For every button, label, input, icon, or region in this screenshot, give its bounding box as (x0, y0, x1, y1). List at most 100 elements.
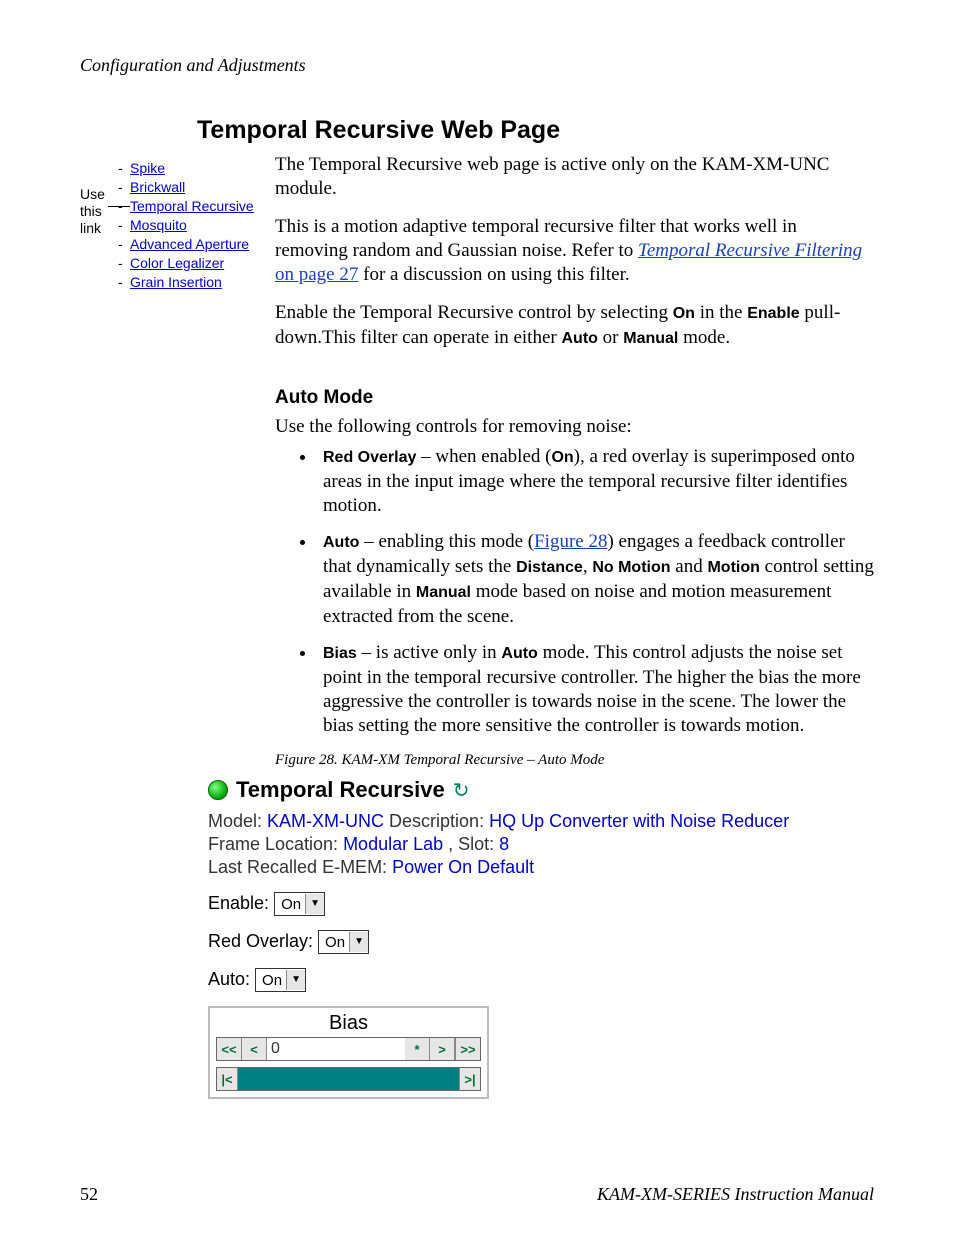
nav-link-grain-insertion[interactable]: Grain Insertion (130, 274, 222, 290)
chevron-down-icon: ▼ (286, 970, 305, 990)
paragraph: The Temporal Recursive web page is activ… (275, 153, 874, 201)
paragraph: Enable the Temporal Recursive control by… (275, 301, 874, 351)
nav-item-brickwall: -Brickwall (130, 178, 275, 197)
bullet-bias: Bias – is active only in Auto mode. This… (317, 641, 874, 738)
nav-link-advanced-aperture[interactable]: Advanced Aperture (130, 236, 249, 252)
link-figure-28[interactable]: Figure 28 (534, 531, 607, 552)
figure-caption: Figure 28. KAM-XM Temporal Recursive – A… (275, 752, 874, 769)
running-header: Configuration and Adjustments (80, 55, 874, 76)
ui-term: Motion (707, 559, 759, 576)
ui-term: Auto (323, 534, 359, 551)
text-run: , (583, 556, 593, 577)
bias-title: Bias (216, 1012, 481, 1035)
bias-value-input[interactable]: 0 (267, 1038, 405, 1060)
link-page-27[interactable]: on page 27 (275, 264, 358, 285)
auto-select[interactable]: On ▼ (255, 968, 306, 992)
sidebar-note-line: this (80, 203, 102, 219)
ui-term: Enable (747, 305, 799, 322)
ui-term: No Motion (592, 559, 670, 576)
bias-fast-decrement-button[interactable]: << (217, 1038, 242, 1060)
ui-term: Manual (623, 330, 678, 347)
control-enable: Enable: On ▼ (208, 892, 874, 916)
panel-title: Temporal Recursive (236, 777, 445, 803)
value: Modular Lab (343, 834, 443, 854)
sidebar-note: Use this link (80, 186, 110, 237)
text-run: and (671, 556, 708, 577)
label: Last Recalled E-MEM: (208, 857, 392, 877)
nav-item-spike: -Spike (130, 159, 275, 178)
text-run: – is active only in (357, 642, 502, 663)
nav-link-spike[interactable]: Spike (130, 160, 165, 176)
nav-item-color-legalizer: -Color Legalizer (130, 254, 275, 273)
bullet-auto: Auto – enabling this mode (Figure 28) en… (317, 530, 874, 629)
label: Description: (384, 811, 489, 831)
label: Enable: (208, 893, 274, 913)
status-dot-icon (208, 780, 228, 800)
chevron-down-icon: ▼ (349, 932, 368, 952)
select-value: On (275, 896, 305, 913)
bias-fast-increment-button[interactable]: >> (455, 1038, 480, 1060)
nav-link-temporal-recursive[interactable]: Temporal Recursive (130, 198, 254, 214)
text-run: mode. (678, 327, 730, 348)
bias-increment-button[interactable]: > (430, 1038, 455, 1060)
bullet-red-overlay: Red Overlay – when enabled (On), a red o… (317, 445, 874, 518)
value: HQ Up Converter with Noise Reducer (489, 811, 789, 831)
nav-item-temporal-recursive: -Temporal Recursive (130, 197, 275, 216)
bias-slider-max-button[interactable]: >| (459, 1068, 480, 1090)
label: Model: (208, 811, 267, 831)
nav-link-mosquito[interactable]: Mosquito (130, 217, 187, 233)
bias-slider[interactable]: |< >| (216, 1067, 481, 1091)
bias-decrement-button[interactable]: < (242, 1038, 267, 1060)
nav-item-mosquito: -Mosquito (130, 216, 275, 235)
text-run: – enabling this mode ( (359, 531, 534, 552)
text-run: – when enabled ( (416, 446, 551, 467)
panel-frame-line: Frame Location: Modular Lab , Slot: 8 (208, 834, 874, 855)
ui-term: Auto (561, 330, 597, 347)
text-run: or (598, 327, 623, 348)
link-temporal-recursive-filtering[interactable]: Temporal Recursive Filtering (638, 240, 862, 261)
nav-item-grain-insertion: -Grain Insertion (130, 273, 275, 292)
nav-link-color-legalizer[interactable]: Color Legalizer (130, 255, 224, 271)
control-auto: Auto: On ▼ (208, 968, 874, 992)
bias-spin-row: << < 0 * > >> (216, 1037, 481, 1061)
control-red-overlay: Red Overlay: On ▼ (208, 930, 874, 954)
red-overlay-select[interactable]: On ▼ (318, 930, 369, 954)
sidebar-note-line: link (80, 220, 101, 236)
sidebar-note-line: Use (80, 186, 105, 202)
value: Power On Default (392, 857, 534, 877)
nav-link-brickwall[interactable]: Brickwall (130, 179, 185, 195)
page-footer: 52 KAM-XM-SERIES Instruction Manual (80, 1184, 874, 1205)
ui-term: Distance (516, 559, 583, 576)
label: Red Overlay: (208, 931, 318, 951)
enable-select[interactable]: On ▼ (274, 892, 325, 916)
manual-title: KAM-XM-SERIES Instruction Manual (597, 1184, 874, 1205)
bias-reset-button[interactable]: * (405, 1038, 430, 1060)
bias-slider-track[interactable] (238, 1068, 459, 1090)
ui-term: Auto (501, 645, 537, 662)
text-run: in the (695, 302, 747, 323)
ui-term: Manual (416, 584, 471, 601)
select-value: On (319, 934, 349, 951)
ui-term: Red Overlay (323, 449, 416, 466)
paragraph: This is a motion adaptive temporal recur… (275, 215, 874, 287)
label: , Slot: (443, 834, 499, 854)
refresh-icon[interactable]: ↻ (453, 778, 470, 803)
paragraph: Use the following controls for removing … (275, 415, 874, 439)
nav-item-advanced-aperture: -Advanced Aperture (130, 235, 275, 254)
bias-slider-min-button[interactable]: |< (217, 1068, 238, 1090)
select-value: On (256, 972, 286, 989)
text-run: for a discussion on using this filter. (358, 264, 629, 285)
label: Frame Location: (208, 834, 343, 854)
chevron-down-icon: ▼ (305, 894, 324, 914)
heading-auto-mode: Auto Mode (275, 387, 874, 409)
page-title: Temporal Recursive Web Page (197, 116, 874, 145)
ui-term: On (551, 449, 573, 466)
ui-term: On (673, 305, 695, 322)
ui-term: Bias (323, 645, 357, 662)
page-number: 52 (80, 1184, 98, 1205)
bias-widget: Bias << < 0 * > >> |< >| (208, 1006, 489, 1099)
label: Auto: (208, 969, 255, 989)
text-run: Enable the Temporal Recursive control by… (275, 302, 673, 323)
value: 8 (499, 834, 509, 854)
panel-emem-line: Last Recalled E-MEM: Power On Default (208, 857, 874, 878)
